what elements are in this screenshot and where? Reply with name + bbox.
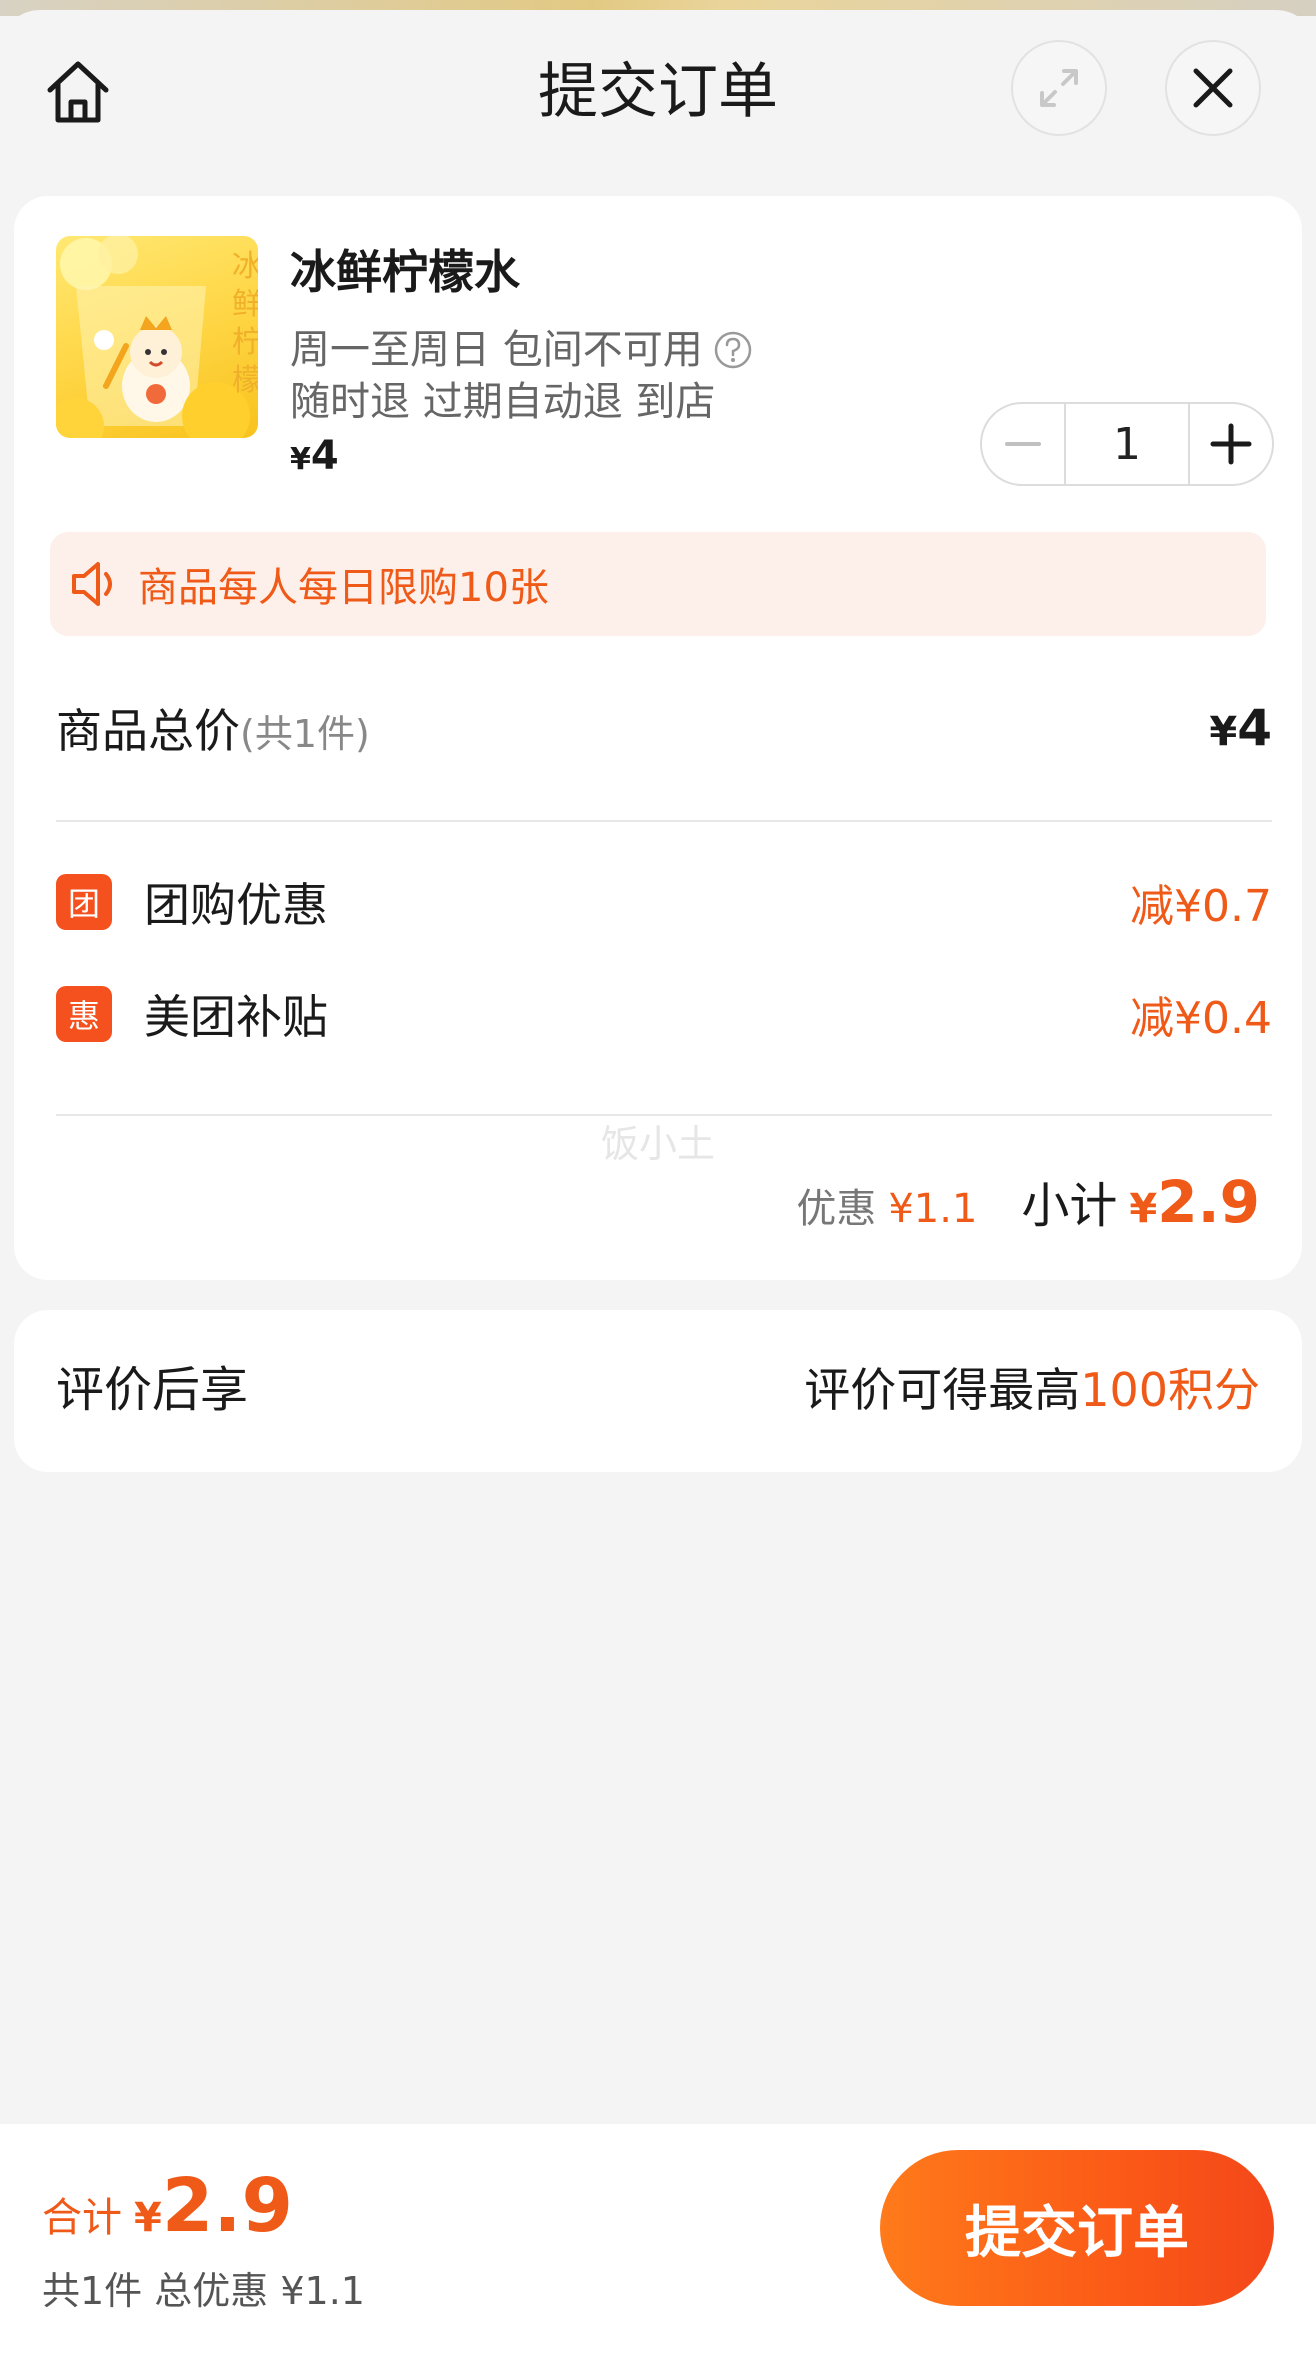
groupbuy-badge: 团 (56, 874, 112, 930)
decrease-button[interactable] (982, 404, 1064, 484)
subtotal-row: 优惠 ¥1.1 小计 ¥2.9 (796, 1166, 1260, 1236)
order-sheet: 提交订单 冰 鲜 柠 檬 冰鲜柠檬水 周一至周日 包间不可用 随时退 过期自动退… (0, 10, 1316, 2360)
review-reward-points: 100积分 (1080, 1363, 1260, 1417)
sum-label: 合计 (42, 2195, 122, 2241)
svg-text:檬: 檬 (232, 363, 258, 398)
subtotal-value: 2.9 (1157, 1168, 1260, 1236)
divider (56, 820, 1272, 822)
product-card: 冰 鲜 柠 檬 冰鲜柠檬水 周一至周日 包间不可用 随时退 过期自动退 到店 ¥… (14, 196, 1302, 1280)
close-button[interactable] (1165, 40, 1261, 136)
availability-text: 周一至周日 包间不可用 (290, 327, 703, 373)
plus-icon (1210, 423, 1252, 465)
discount-row-groupbuy: 团 团购优惠 减¥0.7 (56, 866, 1272, 938)
minus-icon (1005, 442, 1041, 446)
subtotal-currency: ¥ (1129, 1186, 1158, 1232)
discount-label: 美团补贴 (144, 990, 328, 1044)
total-label: 商品总价 (56, 704, 240, 758)
subtotal-discount-label: 优惠 (796, 1186, 877, 1232)
total-price: ¥4 (1209, 699, 1272, 757)
submit-order-button[interactable]: 提交订单 (880, 2150, 1274, 2306)
header: 提交订单 (0, 10, 1316, 180)
quantity-stepper: 1 (980, 402, 1274, 486)
svg-text:柠: 柠 (232, 325, 258, 360)
total-price-row: 商品总价(共1件) ¥4 (56, 690, 1272, 766)
discount-label: 团购优惠 (144, 878, 328, 932)
total-value: 4 (1237, 699, 1272, 757)
increase-button[interactable] (1190, 404, 1272, 484)
help-icon (714, 331, 751, 369)
product-price: ¥4 (290, 428, 339, 488)
sum-summary: 共1件 总优惠 ¥1.1 (42, 2269, 365, 2313)
subsidy-badge: 惠 (56, 986, 112, 1042)
expand-button[interactable] (1011, 40, 1107, 136)
discount-row-subsidy: 惠 美团补贴 减¥0.4 (56, 978, 1272, 1050)
product-availability: 周一至周日 包间不可用 (290, 324, 753, 376)
product-refund-policy: 随时退 过期自动退 到店 (290, 379, 716, 425)
quantity-value[interactable]: 1 (1064, 404, 1190, 484)
subtotal-label: 小计 (1021, 1178, 1118, 1234)
purchase-limit-notice: 商品每人每日限购10张 (50, 532, 1266, 636)
help-button[interactable] (713, 330, 753, 370)
sum-line: 合计 ¥2.9 (42, 2164, 293, 2248)
sum-currency: ¥ (134, 2195, 162, 2241)
product-image: 冰 鲜 柠 檬 (56, 236, 258, 438)
page-title: 提交订单 (538, 57, 778, 127)
checkout-bar: 合计 ¥2.9 共1件 总优惠 ¥1.1 提交订单 (0, 2124, 1316, 2360)
notice-text: 商品每人每日限购10张 (138, 565, 549, 611)
review-reward-text: 评价可得最高 (804, 1363, 1081, 1417)
product-name: 冰鲜柠檬水 (290, 245, 520, 299)
watermark: 饭小土 (600, 1122, 715, 1166)
discount-value: 减¥0.4 (1130, 993, 1272, 1044)
svg-text:冰: 冰 (232, 249, 258, 284)
review-reward: 评价可得最高100积分 (804, 1358, 1260, 1422)
total-currency: ¥ (1209, 709, 1238, 755)
expand-icon (1040, 69, 1078, 107)
price-currency: ¥ (290, 442, 311, 477)
close-icon (1193, 68, 1233, 108)
subtotal-discount-value: ¥1.1 (888, 1186, 978, 1232)
review-reward-card[interactable]: 评价后享 评价可得最高100积分 (14, 1310, 1302, 1472)
total-count: (共1件) (240, 712, 370, 756)
svg-text:鲜: 鲜 (232, 287, 258, 322)
discount-value: 减¥0.7 (1130, 881, 1272, 932)
price-value: 4 (310, 433, 339, 479)
review-label: 评价后享 (56, 1362, 249, 1418)
sum-value: 2.9 (161, 2163, 293, 2249)
speaker-icon (72, 562, 112, 606)
